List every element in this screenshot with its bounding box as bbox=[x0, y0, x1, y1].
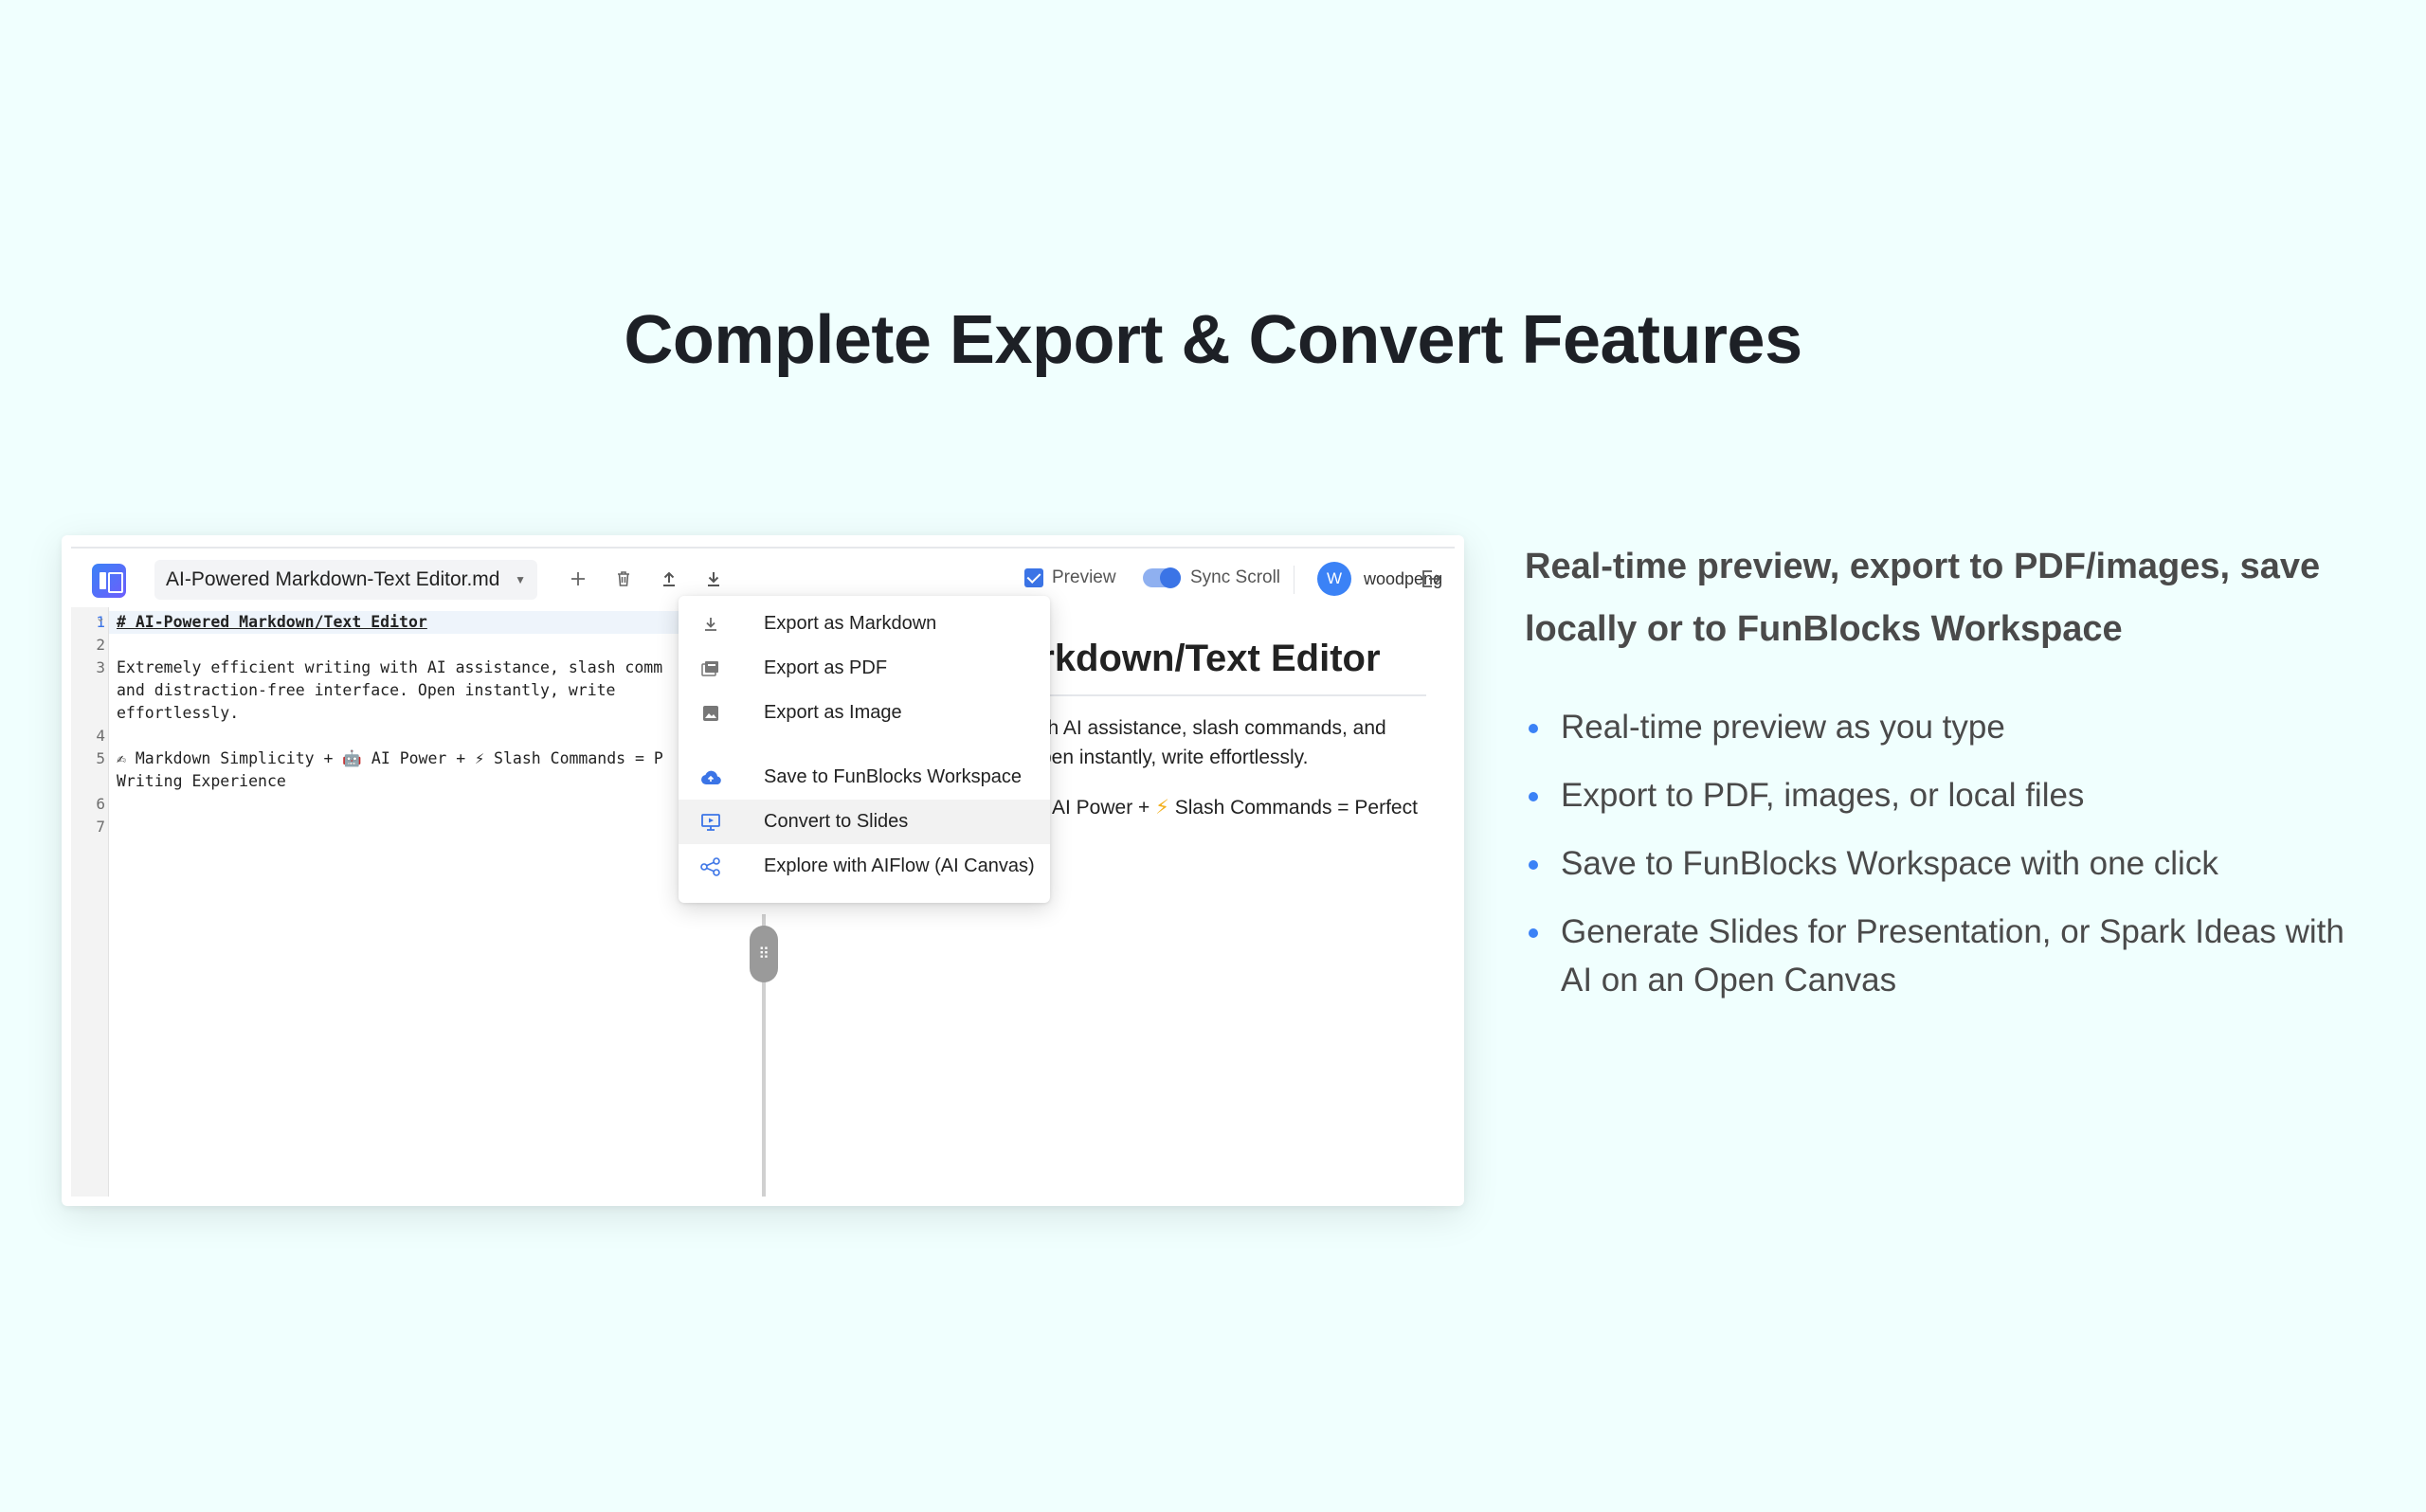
menu-item-explore-aiflow[interactable]: Explore with AIFlow (AI Canvas) bbox=[679, 844, 1050, 889]
code-line[interactable]: effortlessly. bbox=[117, 702, 239, 725]
feature-item: Real-time preview as you type bbox=[1525, 703, 2378, 751]
fold-chevron-icon[interactable]: ⌄ bbox=[96, 611, 105, 624]
preview-paragraph: AI Power + ⚡ Slash Commands = Perfect bbox=[1052, 796, 1418, 819]
preview-paragraph: pen instantly, write effortlessly. bbox=[1041, 747, 1309, 768]
line-number: 2 bbox=[96, 636, 105, 654]
avatar[interactable]: W bbox=[1317, 562, 1351, 596]
lightning-icon: ⚡ bbox=[1155, 797, 1169, 819]
preview-text: Slash Commands = Perfect bbox=[1168, 797, 1418, 819]
image-icon bbox=[699, 702, 722, 725]
menu-item-label: Export as PDF bbox=[764, 657, 888, 678]
code-line[interactable]: ✍ Markdown Simplicity + 🤖 AI Power + ⚡ S… bbox=[117, 747, 663, 770]
sync-scroll-label: Sync Scroll bbox=[1190, 567, 1281, 587]
logout-icon[interactable] bbox=[1417, 566, 1443, 592]
sync-scroll-switch[interactable] bbox=[1143, 567, 1181, 588]
feature-subtitle: Real-time preview, export to PDF/images,… bbox=[1525, 547, 2321, 649]
trash-icon[interactable] bbox=[610, 566, 637, 592]
share-nodes-icon bbox=[699, 855, 722, 878]
code-line[interactable]: # AI-Powered Markdown/Text Editor bbox=[117, 611, 427, 634]
menu-item-label: Export as Markdown bbox=[764, 613, 937, 634]
preview-paragraph: ith AI assistance, slash commands, and bbox=[1038, 717, 1386, 739]
download-icon bbox=[699, 613, 722, 636]
line-number: 4 bbox=[96, 727, 105, 745]
menu-item-export-markdown[interactable]: Export as Markdown bbox=[679, 602, 1050, 646]
feature-list: Real-time preview as you type Export to … bbox=[1525, 703, 2378, 1024]
feature-item: Export to PDF, images, or local files bbox=[1525, 771, 2378, 819]
menu-item-export-image[interactable]: Export as Image bbox=[679, 691, 1050, 735]
download-icon[interactable] bbox=[700, 566, 727, 592]
editor-window: AI-Powered Markdown-Text Editor.md ▼ Pre… bbox=[62, 535, 1464, 1206]
feature-item: Save to FunBlocks Workspace with one cli… bbox=[1525, 839, 2378, 888]
menu-item-label: Export as Image bbox=[764, 702, 902, 723]
preview-checkbox[interactable] bbox=[1024, 568, 1043, 587]
file-name: AI-Powered Markdown-Text Editor.md bbox=[166, 568, 500, 590]
chevron-down-icon: ▼ bbox=[515, 573, 526, 586]
plus-icon[interactable] bbox=[565, 566, 591, 592]
upload-icon[interactable] bbox=[656, 566, 682, 592]
menu-separator bbox=[679, 745, 1050, 746]
preview-toggle[interactable]: Preview bbox=[1024, 567, 1116, 588]
menu-item-convert-slides[interactable]: Convert to Slides bbox=[679, 800, 1050, 844]
export-menu: Export as Markdown Export as PDF Export … bbox=[679, 596, 1050, 903]
sync-scroll-toggle[interactable]: Sync Scroll bbox=[1143, 567, 1280, 588]
pdf-icon bbox=[699, 657, 722, 680]
menu-item-label: Explore with AIFlow (AI Canvas) bbox=[764, 855, 1035, 876]
line-number: 5 bbox=[96, 749, 105, 767]
menu-item-save-workspace[interactable]: Save to FunBlocks Workspace bbox=[679, 755, 1050, 800]
feature-item: Generate Slides for Presentation, or Spa… bbox=[1525, 908, 2378, 1004]
preview-text: AI Power + bbox=[1052, 797, 1156, 819]
drag-handle-icon[interactable]: ⠿ bbox=[750, 926, 778, 982]
line-number: 7 bbox=[96, 818, 105, 836]
line-number: 3 bbox=[96, 658, 105, 676]
menu-item-label: Convert to Slides bbox=[764, 811, 909, 832]
menu-item-export-pdf[interactable]: Export as PDF bbox=[679, 646, 1050, 691]
code-line[interactable]: Writing Experience bbox=[117, 770, 286, 793]
line-number-gutter: 1 ⌄ 2 3 4 5 6 7 bbox=[71, 607, 109, 1197]
page-title: Complete Export & Convert Features bbox=[624, 302, 1802, 378]
preview-label: Preview bbox=[1052, 567, 1116, 587]
app-logo[interactable] bbox=[92, 564, 126, 598]
code-line[interactable]: Extremely efficient writing with AI assi… bbox=[117, 657, 662, 679]
line-number: 6 bbox=[96, 795, 105, 813]
preview-heading: arkdown/Text Editor bbox=[1019, 638, 1381, 679]
cloud-upload-icon bbox=[699, 766, 722, 789]
slides-icon bbox=[699, 811, 722, 834]
menu-item-label: Save to FunBlocks Workspace bbox=[764, 766, 1022, 787]
file-selector[interactable]: AI-Powered Markdown-Text Editor.md ▼ bbox=[154, 560, 537, 600]
code-line[interactable]: and distraction-free interface. Open ins… bbox=[117, 679, 616, 702]
